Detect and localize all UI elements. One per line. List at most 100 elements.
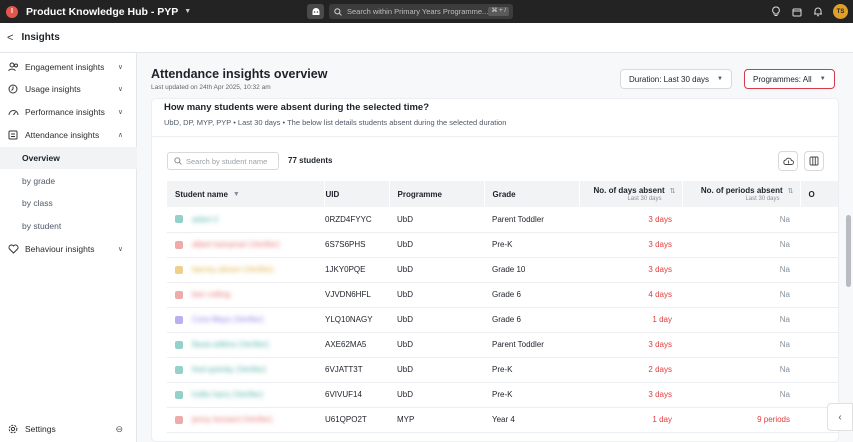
student-name[interactable]: adam il	[192, 215, 218, 224]
overflow-cell	[800, 307, 838, 333]
uid-cell: U61QPO2T	[324, 407, 389, 433]
sidebar-item-performance-insights[interactable]: Performance insights ∨	[0, 101, 137, 123]
table-row[interactable]: barney abram (Verifier) 1JKY0PQE UbD Grade …	[167, 257, 838, 283]
gear-icon	[7, 424, 19, 434]
student-name[interactable]: barney abram (Verifier)	[192, 265, 274, 274]
grade-cell: Year 4	[484, 407, 579, 433]
sidebar-subitem-by-class[interactable]: by class	[0, 192, 137, 214]
days-absent-cell: 3 days	[579, 332, 682, 358]
days-absent-cell: 3 days	[579, 257, 682, 283]
card-subtitle: UbD, DP, MYP, PYP • Last 30 days • The b…	[164, 118, 507, 127]
heart-icon	[7, 244, 19, 254]
table-header-row: Student name ▼ UID Programme Grade No. of…	[167, 181, 838, 207]
table-row[interactable]: albert kampnari (Verifier) 6S7S6PHS UbD Pre…	[167, 232, 838, 258]
sidebar-item-attendance-insights[interactable]: Attendance insights ∧	[0, 124, 137, 146]
caret-down-icon[interactable]: ▼	[233, 191, 240, 198]
student-cell[interactable]: barney abram (Verifier)	[167, 257, 324, 283]
periods-absent-cell: Na	[682, 357, 800, 383]
search-icon	[174, 157, 182, 165]
search-icon	[334, 7, 342, 16]
table-row[interactable]: flavia wilkins (Verifier) AXE62MA5 UbD Pare…	[167, 332, 838, 358]
app-logo[interactable]: I	[6, 5, 18, 18]
sort-icon[interactable]: ⇅	[788, 187, 794, 195]
student-name[interactable]: fred quimby (Verifier)	[192, 365, 266, 374]
table-row[interactable]: ben colling VJVDN6HFL UbD Grade 64 days Na	[167, 282, 838, 308]
student-name[interactable]: ben colling	[192, 290, 230, 299]
column-header-label: No. of periods absent	[700, 186, 783, 195]
table-row[interactable]: hollis harry (Verifier) 6VIVUF14 UbD Pre-K 3…	[167, 382, 838, 408]
attendance-icon	[7, 130, 19, 140]
student-search-input[interactable]	[186, 156, 274, 166]
uid-cell: 6VJATT3T	[324, 357, 389, 383]
card-question: How many students were absent during the…	[164, 102, 430, 113]
student-cell[interactable]: Cora Mayo (Verifier)	[167, 307, 324, 333]
sidebar-item-engagement-insights[interactable]: Engagement insights ∨	[0, 56, 137, 78]
grade-cell: Grade 10	[484, 257, 579, 283]
column-header-label: Student name	[175, 189, 228, 199]
sidebar-item-behaviour-insights[interactable]: Behaviour insights ∨	[0, 238, 137, 260]
global-search-input[interactable]: Search within Primary Years Programme...…	[329, 4, 513, 19]
uid-cell: VJVDN6HFL	[324, 282, 389, 308]
periods-absent-cell: 9 periods	[682, 407, 800, 433]
assistant-button[interactable]	[307, 4, 324, 19]
student-name[interactable]: flavia wilkins (Verifier)	[192, 340, 269, 349]
column-header-days-absent[interactable]: No. of days absent ⇅ Last 30 days	[579, 181, 683, 207]
table-row[interactable]: adam il 0RZD4FYYC UbD Parent Toddler 3 days N…	[167, 207, 838, 233]
sidebar-subitem-by-grade[interactable]: by grade	[0, 170, 137, 192]
collapse-sidebar-icon[interactable]: ⊖	[115, 424, 123, 435]
student-avatar	[175, 240, 183, 249]
periods-absent-cell: Na	[682, 332, 800, 358]
programmes-dropdown[interactable]: Programmes: All ▼	[744, 69, 835, 89]
column-header-periods-absent[interactable]: No. of periods absent ⇅ Last 30 days	[682, 181, 801, 207]
table-row[interactable]: fred quimby (Verifier) 6VJATT3T UbD Pre-K 2 …	[167, 357, 838, 383]
student-name[interactable]: albert kampnari (Verifier)	[192, 240, 280, 249]
back-arrow-icon[interactable]: <	[7, 32, 13, 44]
sidebar-subitem-overview[interactable]: Overview	[0, 147, 137, 169]
student-avatar	[175, 290, 183, 299]
programme-cell: UbD	[389, 257, 484, 283]
student-cell[interactable]: albert kampnari (Verifier)	[167, 232, 324, 258]
bell-icon[interactable]	[812, 6, 824, 18]
last-updated-text: Last updated on 24th Apr 2025, 10:32 am	[151, 84, 271, 91]
chevron-down-icon: ∨	[117, 86, 123, 93]
uid-cell: 6VIVUF14	[324, 382, 389, 408]
student-cell[interactable]: adam il	[167, 207, 324, 233]
student-cell[interactable]: fred quimby (Verifier)	[167, 357, 324, 383]
sidebar-item-usage-insights[interactable]: Usage insights ∨	[0, 78, 137, 100]
student-name[interactable]: jenny leonard (Verifier)	[192, 415, 272, 424]
app-switcher-caret-icon[interactable]: ▼	[184, 8, 191, 15]
sidebar-subitem-by-student[interactable]: by student	[0, 215, 137, 237]
student-cell[interactable]: hollis harry (Verifier)	[167, 382, 324, 408]
sort-icon[interactable]: ⇅	[670, 187, 676, 195]
student-cell[interactable]: flavia wilkins (Verifier)	[167, 332, 324, 358]
columns-button[interactable]	[804, 151, 824, 171]
global-search-placeholder: Search within Primary Years Programme...	[347, 7, 489, 16]
grade-cell: Pre-K	[484, 357, 579, 383]
sidebar-item-settings[interactable]: Settings ⊖	[0, 419, 137, 439]
student-name[interactable]: Cora Mayo (Verifier)	[192, 315, 264, 324]
student-search-field[interactable]	[167, 152, 279, 170]
user-avatar[interactable]: TS	[833, 4, 848, 19]
vertical-scrollbar[interactable]	[846, 215, 851, 287]
student-avatar	[175, 265, 183, 274]
lightbulb-icon[interactable]	[770, 6, 782, 18]
app-title[interactable]: Product Knowledge Hub - PYP	[26, 6, 178, 18]
absent-students-card: How many students were absent during the…	[151, 98, 839, 442]
column-header-student-name[interactable]: Student name ▼	[167, 181, 325, 207]
column-header-grade: Grade	[484, 181, 580, 207]
student-cell[interactable]: jenny leonard (Verifier)	[167, 407, 324, 433]
periods-absent-cell: Na	[682, 307, 800, 333]
days-absent-cell: 4 days	[579, 282, 682, 308]
grade-cell: Pre-K	[484, 382, 579, 408]
grade-cell: Grade 6	[484, 282, 579, 308]
main-content: Attendance insights overview Last update…	[137, 53, 853, 442]
duration-dropdown[interactable]: Duration: Last 30 days ▼	[620, 69, 732, 89]
calendar-icon[interactable]	[791, 6, 803, 18]
table-row[interactable]: Cora Mayo (Verifier) YLQ10NAGY UbD Grade 61…	[167, 307, 838, 333]
download-button[interactable]	[778, 151, 798, 171]
student-cell[interactable]: ben colling	[167, 282, 324, 308]
student-name[interactable]: hollis harry (Verifier)	[192, 390, 263, 399]
table-row[interactable]: jenny leonard (Verifier) U61QPO2T MYP Year …	[167, 407, 838, 433]
chevron-up-icon: ∧	[117, 132, 123, 139]
side-panel-toggle[interactable]: ‹	[827, 403, 853, 431]
